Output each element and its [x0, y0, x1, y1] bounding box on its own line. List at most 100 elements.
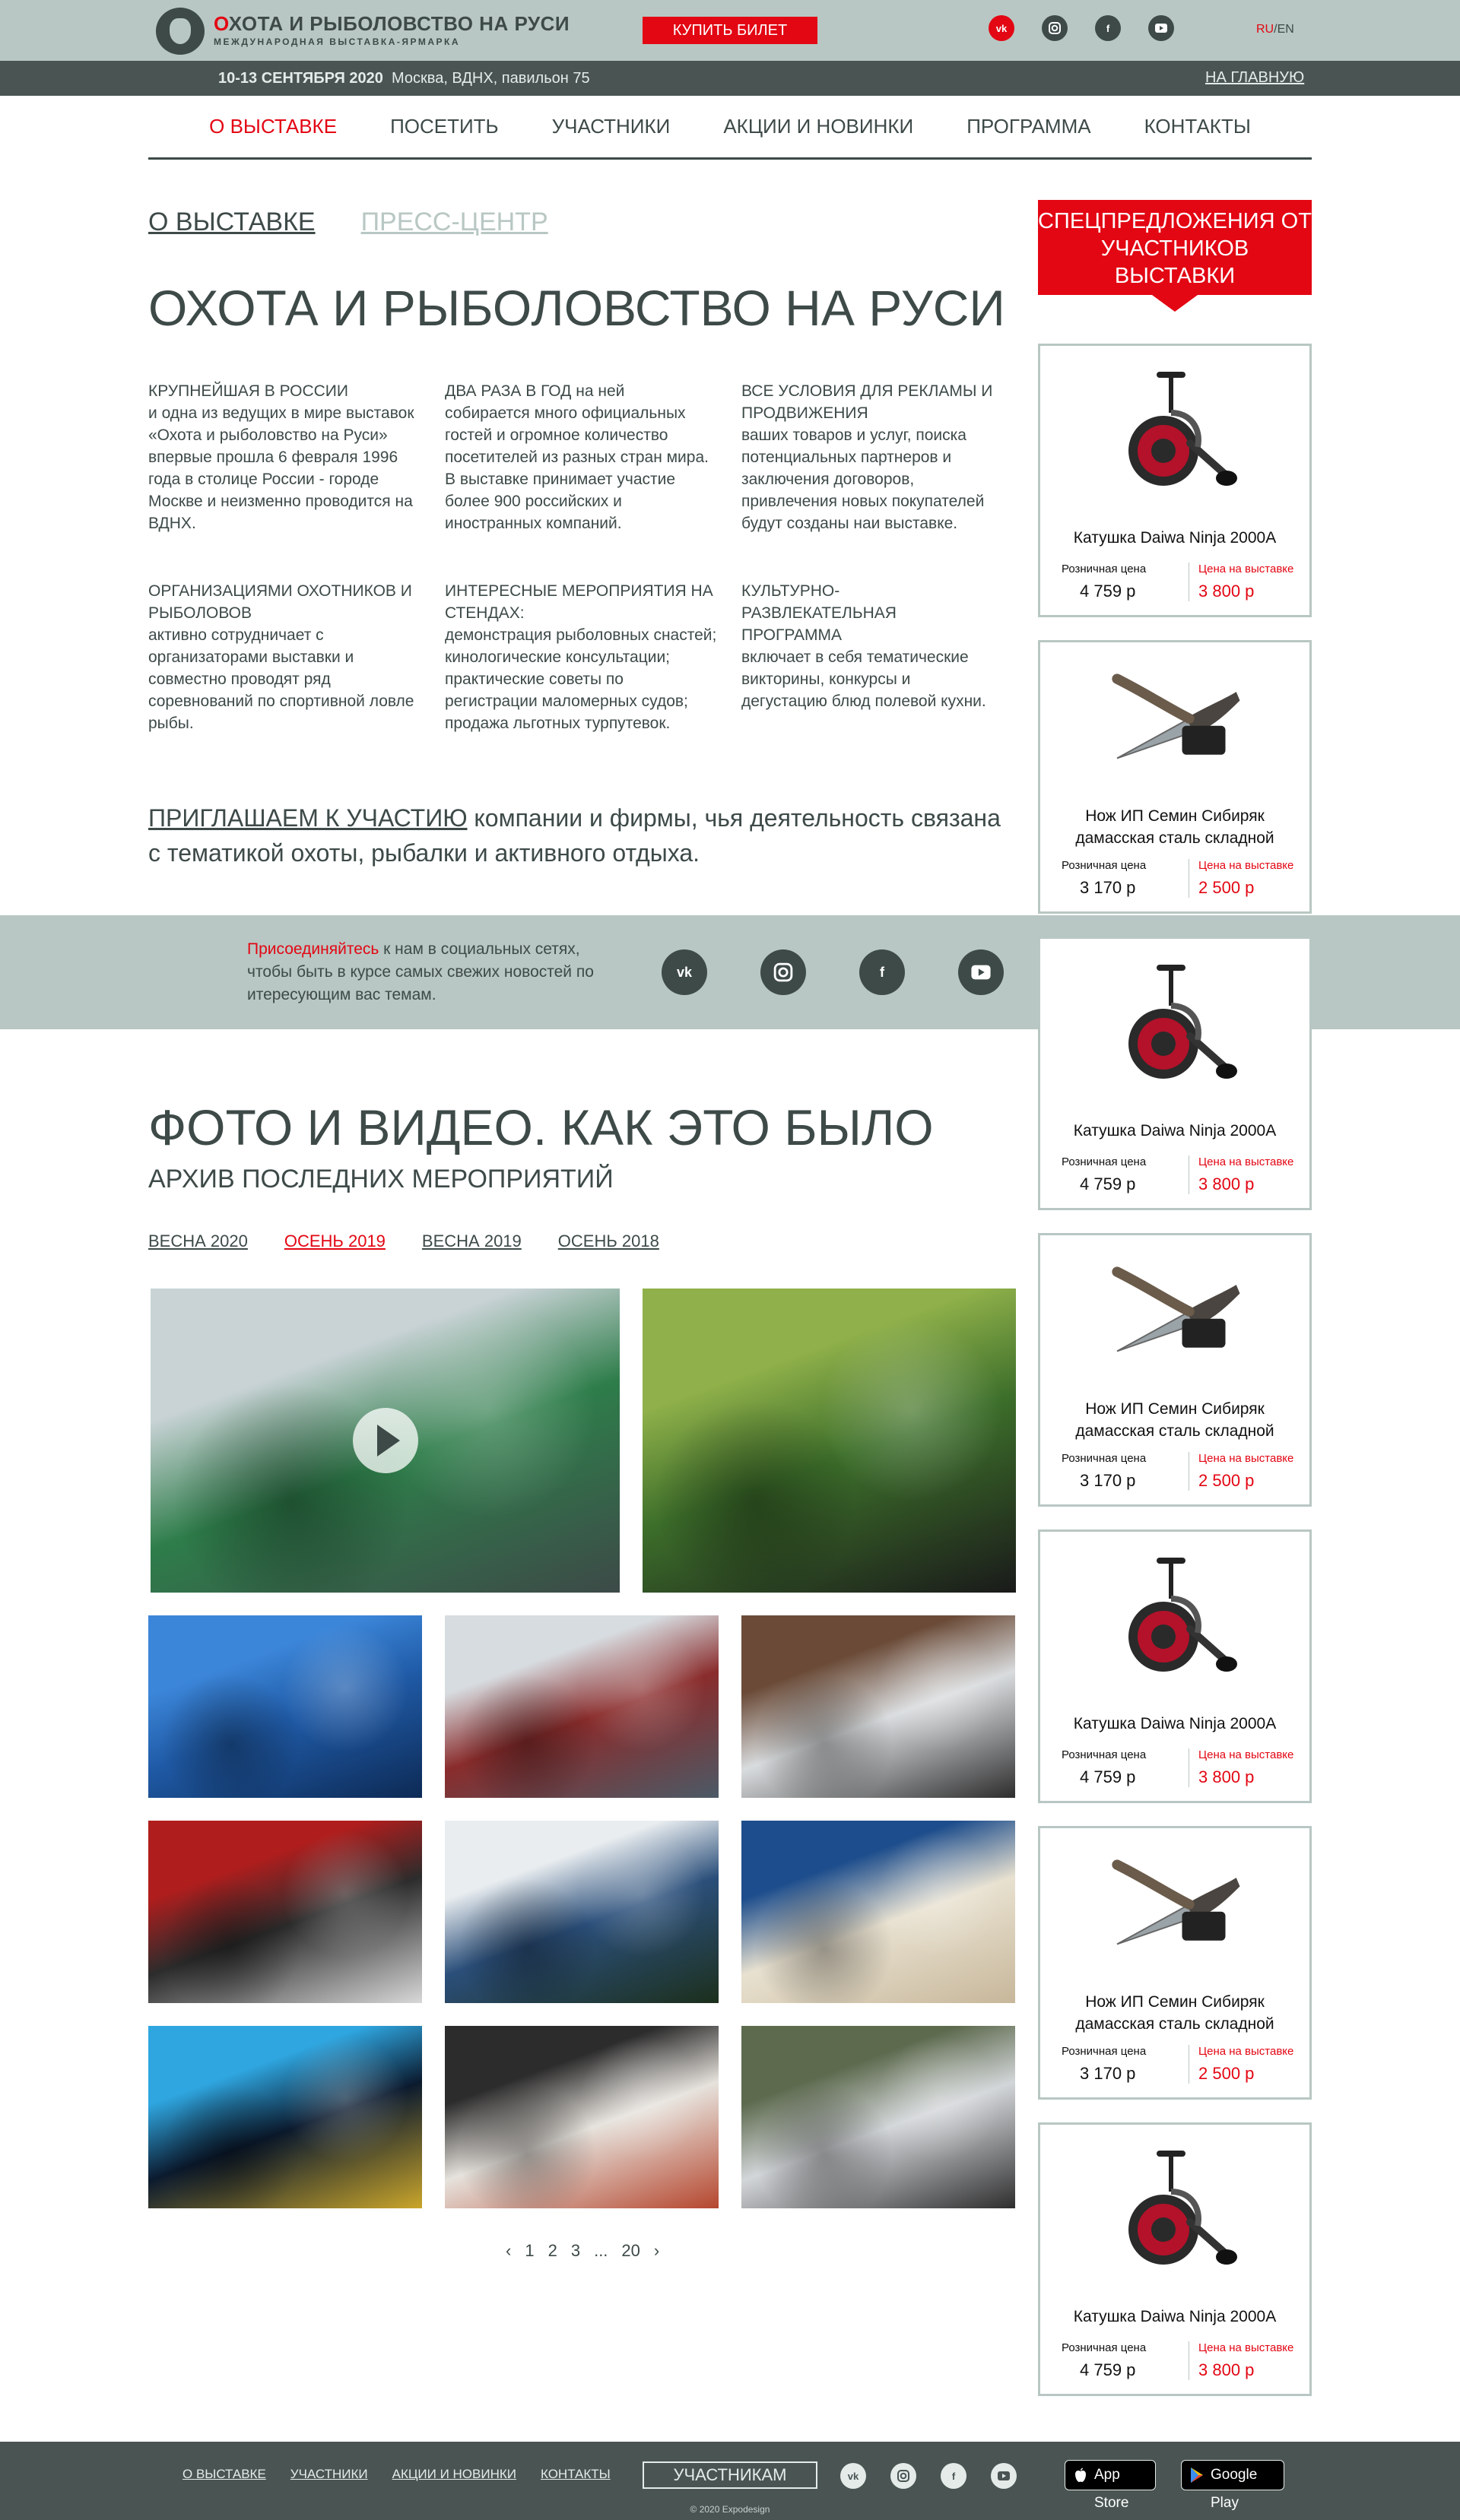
- gallery-photo-expo-stand-video[interactable]: [151, 1289, 620, 1593]
- header-social-links: vk f: [989, 15, 1174, 41]
- gallery-photo-exhibition-hall[interactable]: [445, 1615, 719, 1798]
- fact-item: ДВА РАЗА В ГОД на ней собирается много оф…: [445, 380, 741, 534]
- photo-scene: [445, 1821, 719, 2003]
- offer-card[interactable]: Нож ИП Семин Сибиряк дамасская сталь скл…: [1038, 640, 1312, 914]
- bear-logo-icon: [156, 8, 205, 55]
- invite-link[interactable]: ПРИГЛАШАЕМ К УЧАСТИЮ: [148, 804, 468, 832]
- footer-social-links: vk f: [840, 2463, 1017, 2489]
- fact-item: ИНТЕРЕСНЫЕ МЕРОПРИЯТИЯ НА СТЕНДАХ: демонс…: [445, 580, 741, 734]
- gallery-photo-fishing-bait-stand[interactable]: [643, 1289, 1016, 1593]
- fact-text: включает в себя тематические викторины, …: [741, 648, 986, 710]
- band-social-links: vk f: [662, 949, 1004, 995]
- footer-link-participants[interactable]: УЧАСТНИКИ: [290, 2467, 368, 2482]
- gallery-photo-ice-fishing-light[interactable]: [148, 2026, 422, 2208]
- retail-price: 3 170 р: [1080, 878, 1136, 897]
- fishing-reel-image: [1128, 1558, 1237, 1672]
- photo-scene: [148, 1821, 422, 2003]
- instagram-icon[interactable]: [890, 2463, 916, 2489]
- chevron-right-icon[interactable]: ›: [654, 2241, 659, 2261]
- expo-price-block: Цена на выставке 3 800 р: [1189, 1155, 1318, 1194]
- offer-card[interactable]: Катушка Daiwa Ninja 2000A Розничная цена 4…: [1038, 1529, 1312, 1803]
- photo-scene: [741, 2026, 1015, 2208]
- season-tab[interactable]: ВЕСНА 2020: [148, 1231, 248, 1251]
- fact-heading: КРУПНЕЙШАЯ В РОССИИ: [148, 382, 348, 400]
- fact-heading: ИНТЕРЕСНЫЕ МЕРОПРИЯТИЯ НА СТЕНДАХ:: [445, 582, 713, 622]
- instagram-icon[interactable]: [1042, 15, 1068, 41]
- expo-price-label: Цена на выставке: [1198, 563, 1294, 575]
- google-play-icon: [1191, 2468, 1203, 2483]
- offer-card[interactable]: Катушка Daiwa Ninja 2000A Розничная цена 4…: [1038, 2122, 1312, 2396]
- footer-link-contacts[interactable]: КОНТАКТЫ: [541, 2467, 611, 2482]
- gallery-photo-boat-cockpit[interactable]: [741, 1615, 1015, 1798]
- offer-name: Катушка Daiwa Ninja 2000A: [1073, 1715, 1277, 1732]
- vk-icon[interactable]: vk: [989, 15, 1014, 41]
- app-store-button[interactable]: App Store: [1065, 2460, 1156, 2511]
- logo[interactable]: ОХОТА И РЫБОЛОВСТВО НА РУСИ МЕЖДУНАРОДНА…: [156, 8, 570, 55]
- expo-price-label: Цена на выставке: [1198, 2341, 1294, 2354]
- google-play-button[interactable]: Google Play: [1181, 2460, 1284, 2511]
- retail-price: 4 759 р: [1080, 2360, 1136, 2379]
- nav-item-visit[interactable]: ПОСЕТИТЬ: [390, 115, 499, 138]
- lang-ru-link[interactable]: RU: [1256, 23, 1274, 36]
- vk-icon[interactable]: vk: [840, 2463, 866, 2489]
- expo-price-label: Цена на выставке: [1198, 1452, 1294, 1465]
- nav-item-promotions[interactable]: АКЦИИ И НОВИНКИ: [723, 115, 913, 138]
- youtube-icon[interactable]: [991, 2463, 1017, 2489]
- season-tab[interactable]: ОСЕНЬ 2019: [284, 1231, 386, 1251]
- season-tab[interactable]: ВЕСНА 2019: [422, 1231, 522, 1251]
- play-icon[interactable]: [352, 1408, 418, 1473]
- participants-button[interactable]: УЧАСТНИКАМ: [643, 2461, 817, 2489]
- fact-item: КРУПНЕЙШАЯ В РОССИИ и одна из ведущих в м…: [148, 380, 445, 534]
- about-subtabs: О ВЫСТАВКЕ ПРЕСС-ЦЕНТР: [148, 208, 548, 237]
- gallery-subtitle: АРХИВ ПОСЛЕДНИХ МЕРОПРИЯТИЙ: [148, 1165, 614, 1193]
- season-tab[interactable]: ОСЕНЬ 2018: [558, 1231, 659, 1251]
- photo-scene: [741, 1615, 1015, 1798]
- page-link[interactable]: 1: [525, 2241, 534, 2261]
- photo-scene: [741, 1821, 1015, 2003]
- instagram-icon[interactable]: [760, 949, 806, 995]
- lang-en-link[interactable]: EN: [1278, 23, 1294, 36]
- photo-scene: [643, 1289, 1016, 1593]
- tab-about[interactable]: О ВЫСТАВКЕ: [148, 208, 316, 237]
- offer-card[interactable]: Катушка Daiwa Ninja 2000A Розничная цена 4…: [1038, 344, 1312, 617]
- facebook-icon[interactable]: f: [1095, 15, 1121, 41]
- offer-card[interactable]: Нож ИП Семин Сибиряк дамасская сталь скл…: [1038, 1233, 1312, 1507]
- gallery-photo-opening-ceremony[interactable]: [445, 2026, 719, 2208]
- event-date-range: 10-13 СЕНТЯБРЯ 2020: [218, 70, 383, 87]
- home-link[interactable]: НА ГЛАВНУЮ: [1205, 69, 1304, 87]
- page-ellipsis: ...: [594, 2241, 608, 2260]
- offer-card[interactable]: Нож ИП Семин Сибиряк дамасская сталь скл…: [1038, 1826, 1312, 2100]
- fact-text: демонстрация рыболовных снастей; кинолог…: [445, 626, 717, 732]
- facebook-icon[interactable]: f: [941, 2463, 966, 2489]
- nav-item-contacts[interactable]: КОНТАКТЫ: [1144, 115, 1251, 138]
- youtube-icon[interactable]: [1148, 15, 1174, 41]
- youtube-icon[interactable]: [958, 949, 1004, 995]
- offer-name: Нож ИП Семин Сибиряк дамасская сталь скл…: [1075, 1400, 1274, 1440]
- gallery-photo-boat-motors[interactable]: [148, 1615, 422, 1798]
- chevron-left-icon[interactable]: ‹: [506, 2241, 511, 2261]
- fishing-reel-image: [1128, 2151, 1237, 2265]
- logo-subtitle: МЕЖДУНАРОДНАЯ ВЫСТАВКА-ЯРМАРКА: [214, 36, 460, 47]
- buy-ticket-button[interactable]: КУПИТЬ БИЛЕТ: [643, 17, 817, 44]
- fact-heading: ОРГАНИЗАЦИЯМИ ОХОТНИКОВ И РЫБОЛОВОВ: [148, 582, 412, 622]
- gallery-photo-hostess-stand[interactable]: [741, 1821, 1015, 2003]
- gallery-photo-atv-vehicle[interactable]: [148, 1821, 422, 2003]
- nav-item-about[interactable]: О ВЫСТАВКЕ: [209, 115, 337, 138]
- gallery-photo-yamaha-boat[interactable]: [445, 1821, 719, 2003]
- gallery-photo-visitors-counter[interactable]: [741, 2026, 1015, 2208]
- apple-icon: [1075, 2468, 1086, 2482]
- nav-item-participants[interactable]: УЧАСТНИКИ: [552, 115, 671, 138]
- footer-link-about[interactable]: О ВЫСТАВКЕ: [182, 2467, 266, 2482]
- facebook-icon[interactable]: f: [859, 949, 905, 995]
- fact-item: ОРГАНИЗАЦИЯМИ ОХОТНИКОВ И РЫБОЛОВОВ актив…: [148, 580, 445, 734]
- retail-price: 3 170 р: [1080, 2064, 1136, 2083]
- offer-name: Нож ИП Семин Сибиряк дамасская сталь скл…: [1075, 1993, 1274, 2033]
- page-link[interactable]: 2: [548, 2241, 557, 2261]
- footer-link-promotions[interactable]: АКЦИИ И НОВИНКИ: [392, 2467, 516, 2482]
- page-link[interactable]: 3: [571, 2241, 580, 2261]
- offer-card[interactable]: Катушка Daiwa Ninja 2000A Розничная цена 4…: [1038, 937, 1312, 1210]
- page-link[interactable]: 20: [621, 2241, 640, 2261]
- tab-press-center[interactable]: ПРЕСС-ЦЕНТР: [361, 208, 548, 237]
- vk-icon[interactable]: vk: [662, 949, 707, 995]
- nav-item-program[interactable]: ПРОГРАММА: [966, 115, 1090, 138]
